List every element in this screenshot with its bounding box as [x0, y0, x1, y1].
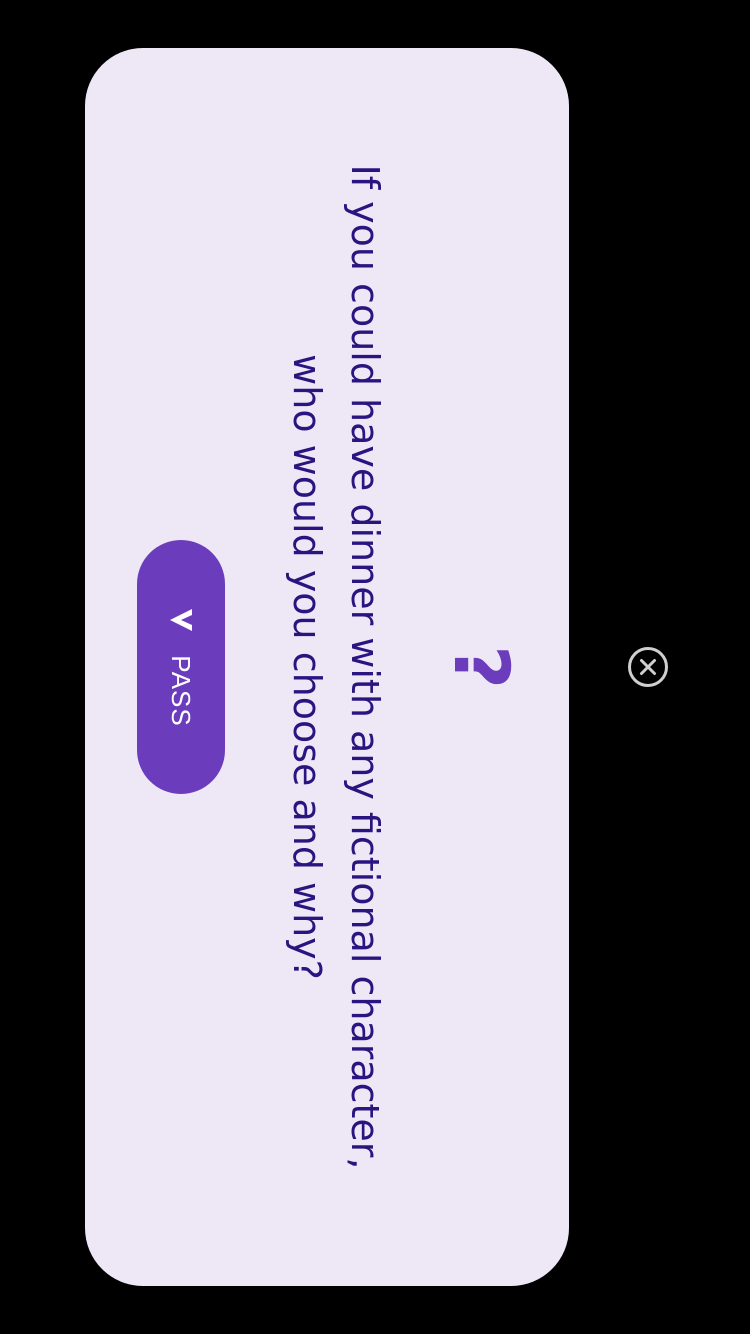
- close-button[interactable]: [628, 647, 668, 687]
- pass-button[interactable]: PASS: [137, 540, 225, 794]
- chevron-down-icon: [170, 609, 192, 632]
- close-circle-icon: [628, 647, 668, 687]
- question-text: If you could have dinner with any fictio…: [285, 164, 387, 1170]
- question-mark-icon: ?: [437, 644, 526, 690]
- question-card-content: ? If you could have dinner with any fict…: [85, 48, 569, 1286]
- pass-button-label: PASS: [166, 655, 197, 727]
